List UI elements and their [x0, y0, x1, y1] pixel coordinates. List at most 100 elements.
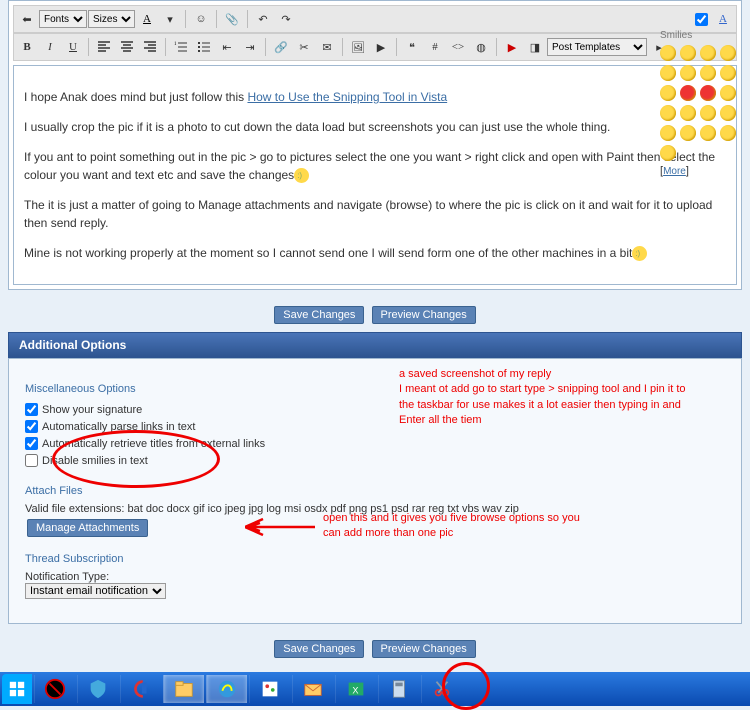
taskbar-mail-icon[interactable]: [292, 675, 333, 703]
image-icon[interactable]: 🖼: [347, 36, 369, 58]
start-button[interactable]: [2, 674, 32, 704]
smilies-more-link[interactable]: More: [663, 166, 686, 177]
taskbar-calculator-icon[interactable]: [378, 675, 419, 703]
taskbar-ccleaner-icon[interactable]: [120, 675, 161, 703]
thread-subscription-legend: Thread Subscription: [25, 553, 725, 565]
editor-textarea[interactable]: I hope Anak does mind but just follow th…: [13, 65, 737, 285]
svg-text:1: 1: [174, 42, 177, 47]
smiley-sleepy-icon[interactable]: [720, 85, 736, 101]
disable-smilies-checkbox[interactable]: [25, 454, 38, 467]
editor-text: The it is just a matter of going to Mana…: [24, 196, 726, 232]
smiley-rolleyes-icon[interactable]: [700, 65, 716, 81]
attach-files-legend: Attach Files: [25, 485, 725, 497]
post-templates-select[interactable]: Post Templates: [547, 38, 647, 56]
smiley-confused-icon[interactable]: [720, 45, 736, 61]
font-color-icon[interactable]: A: [136, 8, 158, 30]
editor-toolbar-row1: ⬅ Fonts Sizes A ▾ ☺ 📎 ↶ ↷ A: [13, 5, 737, 33]
php-icon[interactable]: ◍: [470, 36, 492, 58]
auto-parse-links-label: Automatically parse links in text: [42, 421, 195, 433]
indent-icon[interactable]: ⇥: [239, 36, 261, 58]
ordered-list-icon[interactable]: 1: [170, 36, 192, 58]
annotation-arrow-icon: [245, 517, 315, 540]
unordered-list-icon[interactable]: [193, 36, 215, 58]
smiley-grin-icon[interactable]: [700, 45, 716, 61]
expand-editor-icon[interactable]: A: [712, 8, 734, 30]
smiley-thumbs-icon[interactable]: [660, 145, 676, 161]
smiley-angry-icon[interactable]: [680, 85, 696, 101]
auto-parse-links-checkbox[interactable]: [25, 420, 38, 433]
taskbar-paint-icon[interactable]: [249, 675, 290, 703]
taskbar-ie-icon[interactable]: [206, 675, 247, 703]
html-icon[interactable]: <>: [447, 36, 469, 58]
taskbar-security-icon[interactable]: [77, 675, 118, 703]
smiley-huh-icon[interactable]: [720, 105, 736, 121]
windows-taskbar: X: [0, 672, 750, 706]
smiley-laugh-icon[interactable]: [680, 105, 696, 121]
save-changes-button[interactable]: Save Changes: [274, 306, 364, 324]
taskbar-excel-icon[interactable]: X: [335, 675, 376, 703]
bold-icon[interactable]: B: [16, 36, 38, 58]
preview-changes-button[interactable]: Preview Changes: [372, 306, 476, 324]
align-left-icon[interactable]: [93, 36, 115, 58]
smiley-cry-icon[interactable]: [660, 85, 676, 101]
smile-icon: [632, 246, 647, 261]
editor-toolbar-row2: B I U 1 ⇤ ⇥ 🔗 ✂ ✉ 🖼 ▶ ❝ # <> ◍ ▶ ◨ Post …: [13, 33, 737, 61]
editor-text: If you ant to point something out in the…: [24, 150, 715, 182]
smiley-party-icon[interactable]: [700, 125, 716, 141]
spoiler-icon[interactable]: ◨: [524, 36, 546, 58]
taskbar-noentry-icon[interactable]: [34, 675, 75, 703]
smiley-cool-icon[interactable]: [680, 125, 696, 141]
font-select[interactable]: Fonts: [39, 10, 87, 28]
smilies-heading: Smilies: [660, 30, 740, 41]
youtube-icon[interactable]: ▶: [501, 36, 523, 58]
smiley-geek-icon[interactable]: [660, 125, 676, 141]
smiley-mad-icon[interactable]: [700, 85, 716, 101]
svg-text:X: X: [352, 686, 358, 696]
align-right-icon[interactable]: [139, 36, 161, 58]
toggle-checkbox[interactable]: [695, 13, 708, 26]
redo-icon[interactable]: ↷: [275, 8, 297, 30]
quote-icon[interactable]: ❝: [401, 36, 423, 58]
notification-type-label: Notification Type:: [25, 571, 725, 583]
smiley-wink-icon[interactable]: [680, 45, 696, 61]
disable-smilies-label: Disable smilies in text: [42, 455, 148, 467]
size-select[interactable]: Sizes: [88, 10, 135, 28]
preview-changes-button[interactable]: Preview Changes: [372, 640, 476, 658]
align-center-icon[interactable]: [116, 36, 138, 58]
snipping-tool-link[interactable]: How to Use the Snipping Tool in Vista: [247, 90, 447, 104]
show-signature-label: Show your signature: [42, 404, 142, 416]
additional-options-header: Additional Options: [8, 332, 742, 358]
video-icon[interactable]: ▶: [370, 36, 392, 58]
editor-text: Mine is not working properly at the mome…: [24, 246, 632, 260]
unlink-icon[interactable]: ✂: [293, 36, 315, 58]
font-color-dropdown-icon[interactable]: ▾: [159, 8, 181, 30]
save-changes-button[interactable]: Save Changes: [274, 640, 364, 658]
smiley-smile-icon[interactable]: [660, 45, 676, 61]
notification-type-select[interactable]: Instant email notification: [25, 583, 166, 599]
code-icon[interactable]: #: [424, 36, 446, 58]
annotation-browse: open this and it gives you five browse o…: [323, 511, 583, 542]
show-signature-checkbox[interactable]: [25, 403, 38, 416]
smiley-zipped-icon[interactable]: [700, 105, 716, 121]
manage-attachments-button[interactable]: Manage Attachments: [27, 519, 148, 537]
annotation-screenshot: a saved screenshot of my reply I meant o…: [399, 367, 689, 429]
smiley-devil-icon[interactable]: [720, 125, 736, 141]
undo-icon[interactable]: ↶: [252, 8, 274, 30]
smiley-picker-icon[interactable]: ☺: [190, 8, 212, 30]
auto-titles-label: Automatically retrieve titles from exter…: [42, 438, 265, 450]
italic-icon[interactable]: I: [39, 36, 61, 58]
attachment-icon[interactable]: 📎: [221, 8, 243, 30]
email-icon[interactable]: ✉: [316, 36, 338, 58]
taskbar-explorer-icon[interactable]: [163, 675, 204, 703]
smiley-shock-icon[interactable]: [720, 65, 736, 81]
decrease-indent-icon[interactable]: ⬅: [16, 8, 38, 30]
smiley-tongue-icon[interactable]: [680, 65, 696, 81]
link-icon[interactable]: 🔗: [270, 36, 292, 58]
smiley-sad-icon[interactable]: [660, 65, 676, 81]
auto-titles-checkbox[interactable]: [25, 437, 38, 450]
outdent-icon[interactable]: ⇤: [216, 36, 238, 58]
smiley-sarcastic-icon[interactable]: [660, 105, 676, 121]
underline-icon[interactable]: U: [62, 36, 84, 58]
smile-icon: [294, 168, 309, 183]
taskbar-snipping-tool-icon[interactable]: [421, 675, 462, 703]
